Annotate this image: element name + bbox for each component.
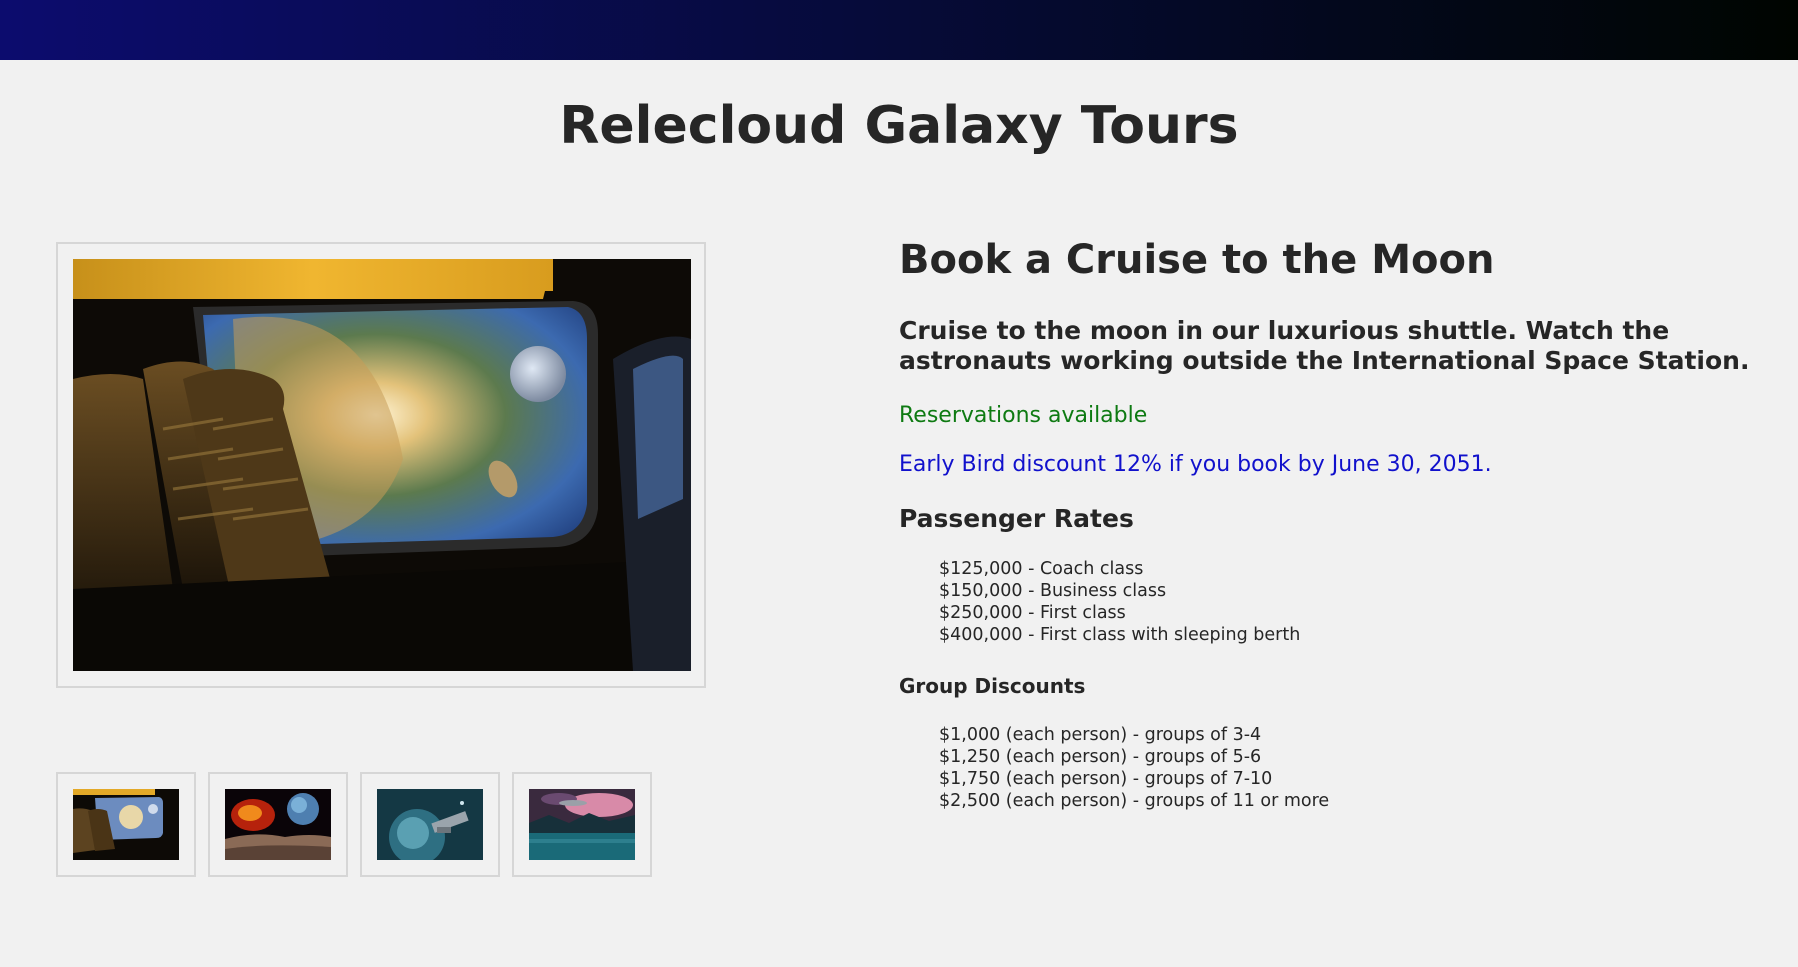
tour-title: Book a Cruise to the Moon (899, 237, 1495, 283)
list-item: $1,000 (each person) - groups of 3-4 (939, 725, 1262, 745)
alien-lake-spaceship-thumbnail (529, 789, 635, 860)
list-item: $250,000 - First class (939, 603, 1126, 623)
top-banner (0, 0, 1798, 60)
group-discounts-list: $1,000 (each person) - groups of 3-4 $1,… (939, 724, 1329, 812)
site-title: Relecloud Galaxy Tours (559, 96, 1239, 156)
early-bird-discount: Early Bird discount 12% if you book by J… (899, 452, 1492, 477)
spaceship-window-thumbnail (73, 789, 179, 860)
blue-planet-station-thumbnail (377, 789, 483, 860)
list-item: $150,000 - Business class (939, 581, 1167, 601)
main-tour-image (73, 259, 691, 671)
thumbnail-3[interactable] (360, 772, 500, 877)
list-item: $125,000 - Coach class (939, 559, 1144, 579)
thumbnail-1[interactable] (56, 772, 196, 877)
thumbnail-2[interactable] (208, 772, 348, 877)
list-item: $1,250 (each person) - groups of 5-6 (939, 747, 1262, 767)
tour-description: Cruise to the moon in our luxurious shut… (899, 316, 1750, 375)
list-item: $2,500 (each person) - groups of 11 or m… (939, 791, 1330, 811)
list-item: $1,750 (each person) - groups of 7-10 (939, 769, 1273, 789)
thumbnail-4[interactable] (512, 772, 652, 877)
group-discounts-heading: Group Discounts (899, 674, 1086, 698)
list-item: $400,000 - First class with sleeping ber… (939, 625, 1301, 645)
red-planet-surface-thumbnail (225, 789, 331, 860)
availability-status: Reservations available (899, 403, 1148, 428)
main-image-frame (56, 242, 706, 688)
passenger-rates-heading: Passenger Rates (899, 504, 1134, 533)
passenger-rates-list: $125,000 - Coach class $150,000 - Busine… (939, 558, 1300, 646)
